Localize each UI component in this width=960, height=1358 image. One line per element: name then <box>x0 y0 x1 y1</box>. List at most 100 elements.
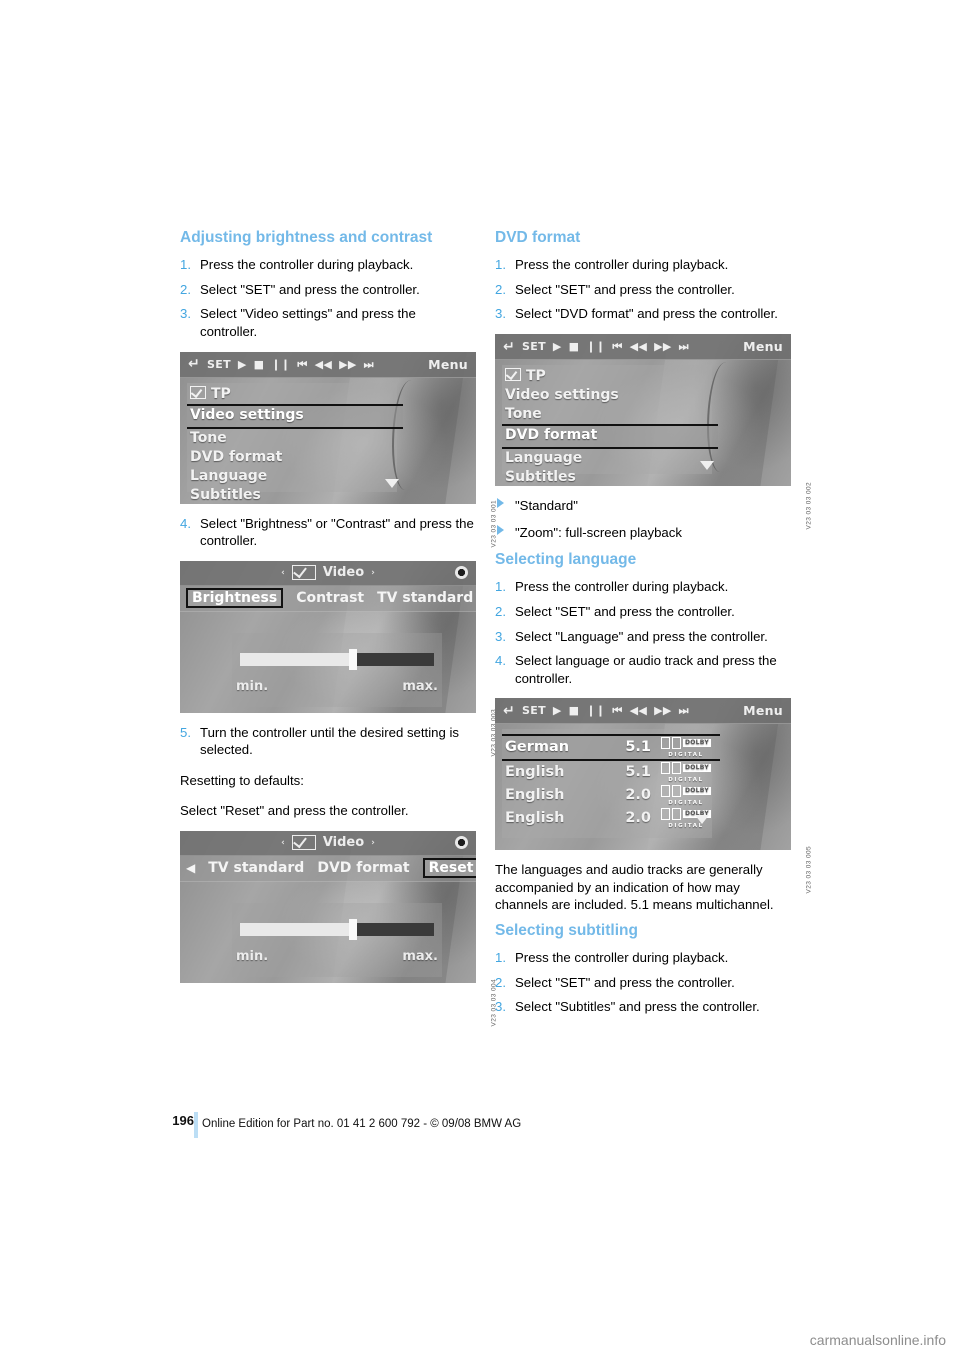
menu-item-language: Language <box>187 467 403 486</box>
steps-dvd-format: 1. Press the controller during playback.… <box>495 256 791 323</box>
step-text: Select "Brightness" or "Contrast" and pr… <box>200 515 474 549</box>
resetting-intro: Resetting to defaults: <box>180 772 304 788</box>
resetting-text: Select "Reset" and press the controller. <box>180 803 409 819</box>
step-number: 1. <box>495 257 506 273</box>
chevron-right-icon: › <box>371 837 375 848</box>
step-number: 3. <box>495 306 506 322</box>
heading-selecting-language: Selecting language <box>495 551 637 569</box>
steps-selecting-language: 1. Press the controller during playback.… <box>495 578 791 687</box>
menu-item-tone: Tone <box>502 405 718 424</box>
dolby-sub: DIGITAL <box>668 777 704 784</box>
set-label: SET <box>522 704 546 718</box>
language-channels: 2.0 <box>625 810 651 827</box>
language-row: German 5.1 DOLBY DIGITAL <box>502 734 720 762</box>
language-name: German <box>505 739 570 756</box>
menu-item-label: Video settings <box>505 387 619 404</box>
slider-min-label: min. <box>236 678 269 694</box>
video-title: Video <box>322 565 365 581</box>
play-icon: ▶ <box>552 340 562 354</box>
slider-max-label: max. <box>402 948 438 964</box>
bullet-item: "Standard" <box>495 497 791 515</box>
step-text: Select "SET" and press the controller. <box>515 281 735 297</box>
step-item: 4. Select "Brightness" or "Contrast" and… <box>180 515 476 550</box>
video-tab-row: Brightness Contrast TV standard DV ▶ <box>180 585 476 612</box>
figure-video-brightness: ‹ Video › Brightness Contrast TV standar… <box>180 560 497 756</box>
headunit-screenshot-brightness: ‹ Video › Brightness Contrast TV standar… <box>180 560 476 713</box>
media-toolbar: ↵ SET ▶ ■ ❙❙ ⏮ ◀◀ ▶▶ ⏭ Menu <box>180 351 476 378</box>
figure-language-list: ↵ SET ▶ ■ ❙❙ ⏮ ◀◀ ▶▶ ⏭ Menu German 5.1 D… <box>495 698 812 894</box>
site-watermark: carmanualsonline.info <box>809 1332 946 1348</box>
tab-tv-standard: TV standard <box>208 860 305 877</box>
slider-track <box>240 922 434 936</box>
tab-contrast: Contrast <box>296 590 365 607</box>
set-label: SET <box>522 340 546 354</box>
stop-icon: ■ <box>568 340 580 354</box>
slider-range-labels: min. max. <box>236 949 438 964</box>
language-row: English 5.1 DOLBY DIGITAL <box>502 761 720 784</box>
figure-code: V23 03 03 002 <box>805 482 812 530</box>
menu-item-dvd-format: DVD format <box>187 448 403 467</box>
language-row: English 2.0 DOLBY DIGITAL <box>502 807 720 830</box>
checkbox-icon <box>505 368 521 382</box>
menu-item-label: TP <box>526 368 546 385</box>
page-number: 196 <box>172 1113 194 1128</box>
step-number: 2. <box>495 974 506 990</box>
play-icon: ▶ <box>237 357 247 371</box>
previous-track-icon: ⏮ <box>297 357 308 371</box>
controller-knob-icon <box>455 565 468 579</box>
menu-item-label: Subtitles <box>505 469 576 486</box>
tab-reset: Reset <box>422 858 476 879</box>
step-text: Select "Subtitles" and press the control… <box>515 999 760 1015</box>
back-icon: ↵ <box>503 338 516 355</box>
dolby-sub: DIGITAL <box>668 752 704 759</box>
slider-thumb <box>348 918 357 940</box>
language-list: German 5.1 DOLBY DIGITAL English 5.1 DOL… <box>502 734 720 830</box>
scroll-down-icon <box>700 461 714 471</box>
slider-track <box>240 652 434 666</box>
step-item: 3. Select "Language" and press the contr… <box>495 628 791 646</box>
brightness-slider <box>240 648 434 670</box>
pause-icon: ❙❙ <box>586 340 606 354</box>
step-item: 2. Select "SET" and press the controller… <box>495 281 791 299</box>
dolby-digital-icon: DOLBY DIGITAL <box>661 784 711 807</box>
reset-slider <box>240 918 434 940</box>
menu-item-label: Tone <box>505 406 542 423</box>
tab-brightness: Brightness <box>186 588 284 609</box>
slider-panel <box>232 632 442 707</box>
bullet-text: "Zoom": full-screen playback <box>515 524 682 540</box>
menu-item-label: TP <box>211 385 231 402</box>
slider-thumb <box>348 648 357 670</box>
step-text: Select "DVD format" and press the contro… <box>515 306 778 322</box>
chevron-right-icon: › <box>371 567 375 578</box>
pause-icon: ❙❙ <box>586 704 606 718</box>
figure-video-reset: ‹ Video › ◀ TV standard DVD format Reset <box>180 830 497 1026</box>
step-text: Press the controller during playback. <box>515 950 729 966</box>
dolby-word: DOLBY <box>683 738 711 747</box>
headunit-screenshot-language: ↵ SET ▶ ■ ❙❙ ⏮ ◀◀ ▶▶ ⏭ Menu German 5.1 D… <box>495 698 791 851</box>
stop-icon: ■ <box>253 357 265 371</box>
step-number: 3. <box>180 306 191 322</box>
dolby-digital-icon: DOLBY DIGITAL <box>661 761 711 784</box>
triangle-bullet-icon <box>497 524 504 535</box>
video-tab-row: ◀ TV standard DVD format Reset <box>180 855 476 882</box>
menu-item-tone: Tone <box>187 429 403 448</box>
media-toolbar: ↵ SET ▶ ■ ❙❙ ⏮ ◀◀ ▶▶ ⏭ Menu <box>495 698 791 725</box>
menu-item-label: DVD format <box>505 427 598 444</box>
next-track-icon: ⏭ <box>678 340 689 354</box>
chevron-left-icon: ‹ <box>281 567 285 578</box>
rewind-icon: ◀◀ <box>314 357 333 371</box>
figure-code: V23 03 03 005 <box>805 846 812 894</box>
step-number: 4. <box>180 515 191 531</box>
slider-panel <box>232 902 442 977</box>
slider-max-label: max. <box>402 678 438 694</box>
checkbox-icon <box>190 385 206 399</box>
rewind-icon: ◀◀ <box>629 704 648 718</box>
dolby-digital-icon: DOLBY DIGITAL <box>661 736 711 759</box>
scroll-down-icon <box>695 815 709 825</box>
step-number: 5. <box>180 724 191 740</box>
step-item: 4. Select language or audio track and pr… <box>495 652 791 687</box>
menu-label: Menu <box>428 356 468 372</box>
video-header: ‹ Video › <box>180 560 476 586</box>
tab-scroll-left-icon: ◀ <box>186 861 196 876</box>
menu-item-label: Video settings <box>190 406 304 423</box>
